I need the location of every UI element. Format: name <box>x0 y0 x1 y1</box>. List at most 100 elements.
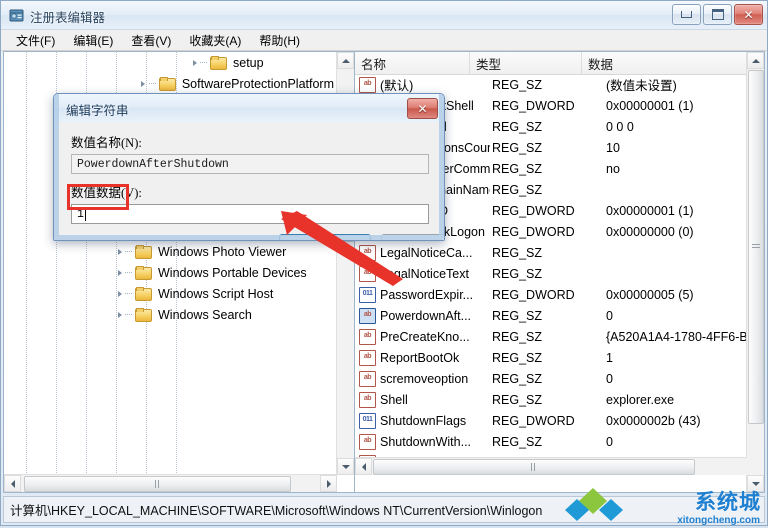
dialog-close-button[interactable]: ✕ <box>407 98 438 119</box>
table-row[interactable]: ab Shell REG_SZ explorer.exe <box>355 389 747 410</box>
table-row[interactable]: ab scremoveoption REG_SZ 0 <box>355 368 747 389</box>
chevron-up-icon <box>751 58 760 63</box>
close-button[interactable]: ✕ <box>734 4 763 25</box>
tree-scroll-up-button[interactable] <box>337 52 354 69</box>
column-header-type[interactable]: 类型 <box>470 52 582 74</box>
edit-string-dialog: 编辑字符串 ✕ 数值名称(N): PowerdownAfterShutdown … <box>53 93 445 241</box>
table-row[interactable]: 011 PasswordExpir... REG_DWORD 0x00000005 (… <box>355 284 747 305</box>
dword-value-icon: 011 <box>359 412 376 429</box>
table-row[interactable]: ab PowerdownAft... REG_SZ 0 <box>355 305 747 326</box>
cancel-button[interactable]: 取消 <box>381 234 444 241</box>
tree-item-label: SoftwareProtectionPlatform <box>181 76 334 91</box>
maximize-button[interactable] <box>703 4 732 25</box>
dword-value-icon: 011 <box>359 286 376 303</box>
tree-item-label: Windows Script Host <box>158 286 274 301</box>
cell-data: 0x00000000 (0) <box>606 224 694 239</box>
dialog-body: 数值名称(N): PowerdownAfterShutdown 数值数据(V):… <box>59 122 444 240</box>
tree-item[interactable]: Windows Search <box>4 304 337 325</box>
table-row[interactable]: 011 ShutdownFlags REG_DWORD 0x0000002b (43) <box>355 410 747 431</box>
cell-type: REG_SZ <box>492 308 543 323</box>
cell-type: REG_SZ <box>492 182 543 197</box>
tree-item-label: Windows Photo Viewer <box>158 244 287 259</box>
tree-item[interactable]: Windows Photo Viewer <box>4 241 337 262</box>
tree-item[interactable]: SoftwareProtectionPlatform <box>4 73 337 94</box>
menu-bar: 文件(F) 编辑(E) 查看(V) 收藏夹(A) 帮助(H) <box>1 30 767 51</box>
tree-scroll-down-button[interactable] <box>337 458 354 475</box>
column-header-name[interactable]: 名称 <box>355 52 470 74</box>
table-row[interactable]: ab PreCreateKno... REG_SZ {A520A1A4-1780-4F… <box>355 326 747 347</box>
table-row[interactable]: ab ReportBootOk REG_SZ 1 <box>355 347 747 368</box>
tree-connector <box>149 73 159 94</box>
registry-editor-window: 注册表编辑器 ✕ 文件(F) 编辑(E) 查看(V) 收藏夹(A) 帮助(H) … <box>0 0 768 526</box>
tree-item[interactable]: setup <box>4 52 337 73</box>
menu-edit[interactable]: 编辑(E) <box>64 30 122 51</box>
minimize-button[interactable] <box>672 4 701 25</box>
status-bar: 计算机\HKEY_LOCAL_MACHINE\SOFTWARE\Microsof… <box>3 496 765 523</box>
string-value-icon: ab <box>359 244 376 261</box>
column-header-data[interactable]: 数据 <box>582 52 764 74</box>
chevron-down-icon <box>751 481 760 486</box>
cell-data: explorer.exe <box>606 392 675 407</box>
ok-button[interactable]: 确定 <box>279 234 371 240</box>
tree-scroll-left-button[interactable] <box>4 475 21 492</box>
table-row[interactable]: ab (默认) REG_SZ (数值未设置) <box>355 74 747 95</box>
tree-horizontal-scrollbar[interactable] <box>4 474 337 492</box>
maximize-icon <box>711 9 724 20</box>
tree-item-label: Windows Portable Devices <box>158 265 307 280</box>
expand-arrow-icon[interactable] <box>138 73 149 94</box>
string-value-icon: ab <box>359 265 376 282</box>
value-name-text: PowerdownAfterShutdown <box>77 157 229 171</box>
cell-name: ShutdownFlags <box>380 413 467 428</box>
cell-type: REG_DWORD <box>492 413 575 428</box>
list-scroll-thumb[interactable] <box>748 70 764 424</box>
tree-scroll-right-button[interactable] <box>320 475 337 492</box>
list-scroll-up-button[interactable] <box>747 52 764 69</box>
cell-data: 0 <box>606 308 613 323</box>
tree-item-label: setup <box>233 55 264 70</box>
registry-path: 计算机\HKEY_LOCAL_MACHINE\SOFTWARE\Microsof… <box>10 504 543 518</box>
value-data-highlight-box <box>67 184 129 210</box>
tree-hscroll-thumb[interactable] <box>24 476 291 492</box>
list-hscroll-thumb[interactable] <box>373 459 695 475</box>
menu-file[interactable]: 文件(F) <box>7 30 64 51</box>
string-value-icon: ab <box>359 370 376 387</box>
cancel-button-label: 取消 <box>408 237 433 241</box>
folder-icon <box>135 266 152 280</box>
cell-name: LegalNoticeText <box>380 266 469 281</box>
cell-data: (数值未设置) <box>606 79 677 93</box>
menu-help[interactable]: 帮助(H) <box>250 30 309 51</box>
table-row[interactable]: ab ShutdownWith... REG_SZ 0 <box>355 431 747 452</box>
tree-item[interactable]: Windows Script Host <box>4 283 337 304</box>
cell-type: REG_SZ <box>492 77 543 92</box>
list-scroll-left-button[interactable] <box>355 458 372 475</box>
cell-data: 0x00000005 (5) <box>606 287 694 302</box>
table-row[interactable]: ab LegalNoticeCa... REG_SZ <box>355 242 747 263</box>
cell-type: REG_SZ <box>492 140 543 155</box>
tree-item-label: Windows Search <box>158 307 252 322</box>
tree-item[interactable]: Windows Portable Devices <box>4 262 337 283</box>
menu-view[interactable]: 查看(V) <box>122 30 180 51</box>
cell-type: REG_DWORD <box>492 203 575 218</box>
list-vertical-scrollbar[interactable] <box>746 52 764 492</box>
cell-name: ShutdownWith... <box>380 434 472 449</box>
value-name-field[interactable]: PowerdownAfterShutdown <box>71 154 429 174</box>
cell-data: 0x0000002b (43) <box>606 413 701 428</box>
cell-name: PowerdownAft... <box>380 308 472 323</box>
list-scroll-down-button[interactable] <box>747 475 764 492</box>
list-horizontal-scrollbar[interactable] <box>355 457 747 475</box>
tree-connector <box>125 262 135 283</box>
table-row[interactable]: ab LegalNoticeText REG_SZ <box>355 263 747 284</box>
tree-connector <box>200 52 210 73</box>
expand-arrow-icon[interactable] <box>114 283 125 304</box>
cell-data: 1 <box>606 350 613 365</box>
expand-arrow-icon[interactable] <box>114 262 125 283</box>
expand-arrow-icon[interactable] <box>114 304 125 325</box>
expand-arrow-icon[interactable] <box>189 52 200 73</box>
menu-favorites[interactable]: 收藏夹(A) <box>180 30 250 51</box>
close-icon: ✕ <box>417 101 428 116</box>
expand-arrow-icon[interactable] <box>114 241 125 262</box>
tree-connector <box>125 283 135 304</box>
